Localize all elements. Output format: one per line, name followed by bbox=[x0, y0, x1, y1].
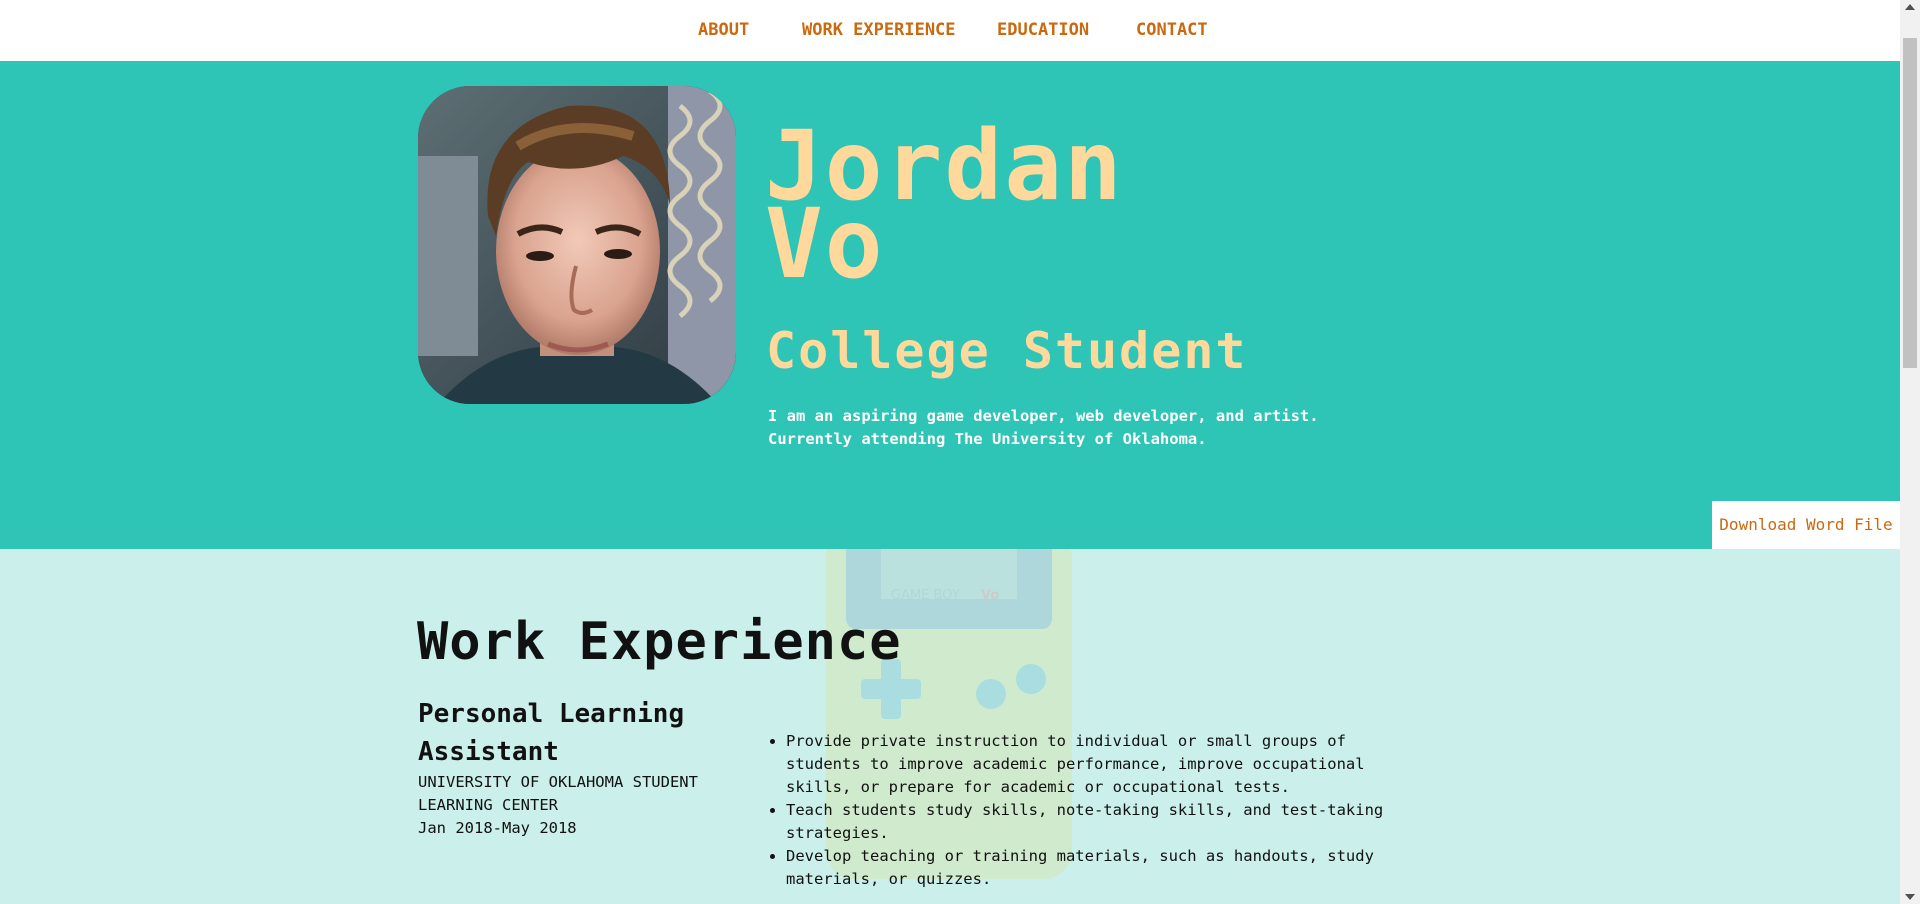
job-duty-item: Teach students study skills, note-taking… bbox=[786, 799, 1406, 845]
job-duty-item: Provide private instruction to individua… bbox=[786, 730, 1406, 799]
profile-photo-icon bbox=[418, 86, 736, 404]
about-section: Jordan Vo College Student I am an aspiri… bbox=[0, 61, 1900, 549]
watermark-text: GAME BOY bbox=[891, 588, 960, 603]
hero-role: College Student bbox=[766, 322, 1248, 380]
nav-work-experience-link[interactable]: WORK EXPERIENCE bbox=[802, 20, 956, 40]
name-last: Vo bbox=[765, 188, 885, 300]
work-experience-heading: Work Experience bbox=[417, 612, 902, 672]
nav-contact-link[interactable]: CONTACT bbox=[1136, 20, 1208, 40]
download-word-file-button[interactable]: Download Word File bbox=[1712, 501, 1900, 549]
top-nav: ABOUT WORK EXPERIENCE EDUCATION CONTACT bbox=[0, 0, 1900, 61]
nav-education-link[interactable]: EDUCATION bbox=[997, 20, 1089, 40]
nav-about-link[interactable]: ABOUT bbox=[698, 20, 749, 40]
work-experience-section: GAME BOY Vo Work Experience Personal Lea… bbox=[0, 549, 1900, 904]
page: ABOUT WORK EXPERIENCE EDUCATION CONTACT bbox=[0, 0, 1900, 904]
scroll-down-arrow-icon[interactable] bbox=[1905, 894, 1915, 900]
job-duties-list: Provide private instruction to individua… bbox=[768, 730, 1406, 891]
job-dates: Jan 2018-May 2018 bbox=[418, 819, 577, 837]
job-title: Personal Learning Assistant bbox=[418, 699, 685, 767]
job-organization: UNIVERSITY OF OKLAHOMA STUDENT LEARNING … bbox=[418, 773, 698, 814]
hero-bio: I am an aspiring game developer, web dev… bbox=[768, 407, 1319, 448]
svg-text:Vo: Vo bbox=[981, 588, 999, 603]
job-duty-item: Develop teaching or training materials, … bbox=[786, 845, 1406, 891]
avatar bbox=[418, 86, 736, 404]
vertical-scrollbar[interactable] bbox=[1900, 0, 1920, 904]
hero-name: Jordan Vo bbox=[765, 118, 1124, 292]
scroll-up-arrow-icon[interactable] bbox=[1905, 4, 1915, 10]
scrollbar-thumb[interactable] bbox=[1903, 38, 1917, 368]
